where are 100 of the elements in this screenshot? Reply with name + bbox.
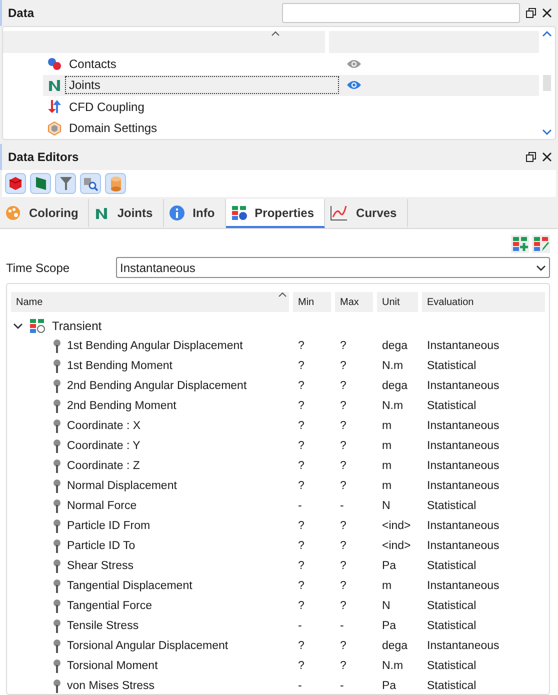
table-cell-text: ? (339, 340, 348, 352)
pin-icon (53, 439, 61, 453)
table-cell-text: dega (381, 640, 409, 652)
tree-item[interactable]: CFD Coupling (43, 96, 539, 118)
table-cell-text: Instantaneous (426, 380, 500, 392)
table-cell-text: - (339, 620, 345, 632)
add-property-button[interactable] (511, 235, 529, 253)
filter-icon (58, 176, 72, 191)
eye-icon[interactable] (346, 58, 362, 69)
property-name: Normal Force (11, 499, 289, 513)
eye-icon[interactable] (346, 80, 362, 90)
table-cell-text: ? (297, 520, 306, 532)
table-cell-text: - (297, 680, 303, 692)
item-label: Joints (69, 78, 100, 92)
tree-item[interactable]: Domain Settings (43, 118, 539, 139)
table-cell-text: Instantaneous (426, 420, 500, 432)
property-name: Torsional Moment (11, 659, 289, 673)
chevron-down-icon[interactable] (13, 323, 23, 329)
property-name: Tangential Displacement (11, 579, 289, 593)
property-name: Coordinate : X (11, 419, 289, 433)
sort-caret-icon (271, 31, 280, 36)
table-cell-text: Statistical (426, 680, 478, 692)
toolbar-button[interactable] (30, 173, 51, 194)
table-cell-text: ? (339, 360, 348, 372)
column-header[interactable]: Evaluation (422, 292, 545, 312)
table-cell-text: Pa (381, 620, 398, 632)
table-cell-text: ? (297, 540, 306, 552)
item-label: Contacts (69, 56, 116, 71)
sort-caret-icon (278, 292, 287, 297)
property-name: Shear Stress (11, 559, 289, 573)
column-header[interactable]: Unit (377, 292, 418, 312)
tree-item[interactable]: Joints (43, 74, 539, 96)
time-scope-dropdown[interactable]: Instantaneous (116, 257, 550, 278)
table-cell-text: Instantaneous (426, 580, 500, 592)
table-cell-text: ? (297, 660, 306, 672)
item-label: CFD Coupling (69, 100, 144, 114)
pin-icon (53, 619, 61, 633)
pin-icon (53, 599, 61, 613)
toolbar-button[interactable] (105, 173, 126, 194)
table-cell-text: ? (297, 420, 306, 432)
table-cell-text: <ind> (381, 540, 412, 552)
tab[interactable]: Properties (226, 199, 326, 228)
grid-pencil-icon (533, 236, 549, 252)
table-cell-text: ? (297, 380, 306, 392)
pin-icon (53, 639, 61, 653)
column-header[interactable]: Min (293, 292, 331, 312)
pin-icon (53, 399, 61, 413)
close-icon[interactable] (542, 8, 552, 18)
spheres-icon (46, 56, 62, 71)
table-cell-text: ? (339, 600, 348, 612)
table-cell-text: N (381, 600, 392, 612)
panel-title: Data (8, 6, 36, 20)
property-name: Particle ID To (11, 539, 289, 553)
column-header[interactable]: Name (11, 292, 289, 312)
property-name: Normal Displacement (11, 479, 289, 493)
close-icon[interactable] (542, 152, 552, 162)
table-cell-text: m (381, 480, 393, 492)
table-cell-text: ? (339, 580, 348, 592)
table-cell-text: ? (297, 400, 306, 412)
panel-title: Data Editors (8, 150, 80, 164)
table-cell-text: N (381, 500, 392, 512)
magnifier-icon (83, 176, 98, 191)
table-cell-text: Instantaneous (426, 640, 500, 652)
pin-icon (53, 479, 61, 493)
table-cell-text: ? (297, 340, 306, 352)
table-cell-text: Statistical (426, 600, 478, 612)
grid-icon (230, 204, 247, 220)
restore-icon[interactable] (526, 8, 536, 18)
table-cell-text: N.m (381, 660, 404, 672)
toolbar-button[interactable] (55, 173, 76, 194)
scrollbar-thumb[interactable] (543, 75, 551, 91)
column-header[interactable]: Max (335, 292, 373, 312)
chevron-down-icon[interactable] (536, 264, 546, 270)
tree-item[interactable]: Contacts (43, 53, 539, 74)
table-cell-text: Statistical (426, 560, 478, 572)
property-name: 2nd Bending Moment (11, 399, 289, 413)
table-cell-text: ? (339, 480, 348, 492)
pin-icon (53, 339, 61, 353)
table-cell-text: Pa (381, 560, 398, 572)
table-cell-text: ? (297, 480, 306, 492)
edit-property-button[interactable] (532, 235, 550, 253)
table-cell-text: ? (339, 520, 348, 532)
toolbar-button[interactable] (80, 173, 101, 194)
property-name: Coordinate : Y (11, 439, 289, 453)
palette-icon (5, 204, 21, 220)
table-cell-text: Instantaneous (426, 340, 500, 352)
pin-icon (53, 519, 61, 533)
cfd-icon (46, 99, 62, 114)
toolbar-button[interactable] (5, 173, 26, 194)
table-cell-text: ? (339, 380, 348, 392)
table-cell-text: Pa (381, 680, 398, 692)
pin-icon (53, 559, 61, 573)
restore-icon[interactable] (526, 152, 536, 162)
group-row[interactable]: Transient (11, 316, 545, 336)
chevron-up-icon[interactable] (542, 31, 552, 37)
table-cell-text: - (339, 500, 345, 512)
table-cell-text: Instantaneous (426, 540, 500, 552)
table-cell-text: m (381, 420, 393, 432)
pin-icon (53, 459, 61, 473)
search-field[interactable] (282, 3, 520, 23)
